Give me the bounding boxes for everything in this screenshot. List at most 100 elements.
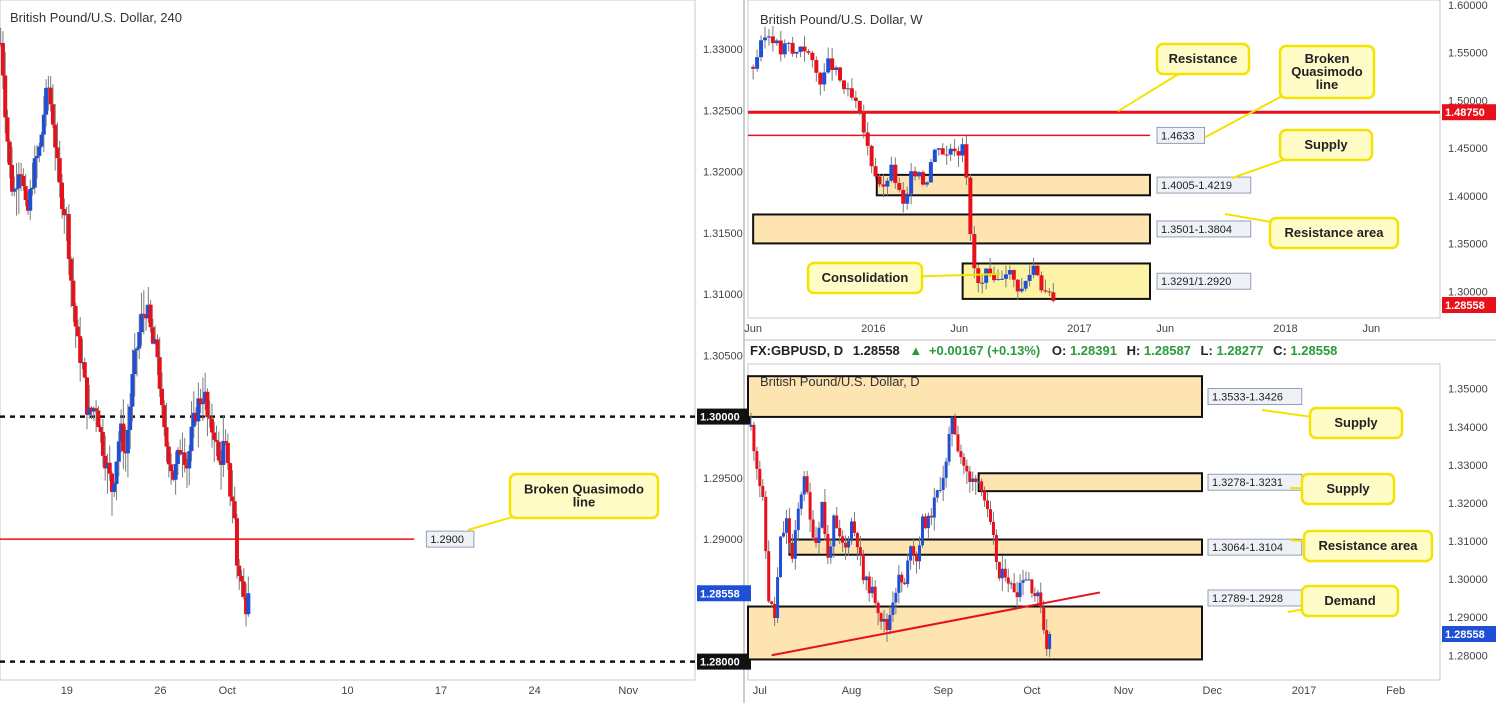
daily-candle-body [906, 560, 910, 585]
weekly-callout-resistance-text: Resistance [1169, 51, 1238, 66]
h4-candle-body [19, 174, 24, 176]
h4-candle-body [137, 332, 142, 349]
h4-candle-body [241, 581, 246, 597]
weekly-candle-body [774, 40, 779, 44]
daily-candle-body [980, 481, 984, 491]
daily-candle-body [790, 542, 794, 559]
h4-candle-body [96, 410, 101, 428]
daily-callout-resistance-area: Resistance area [1289, 529, 1434, 563]
daily-x-tick-label: Feb [1386, 685, 1405, 697]
weekly-y-tick-label: 1.45000 [1448, 143, 1488, 155]
daily-candle-body [994, 534, 998, 562]
h4-candle-body [225, 442, 230, 464]
weekly-x-tick-label: 2017 [1067, 323, 1091, 335]
weekly-candle-body [996, 279, 1001, 281]
daily-y-tick-label: 1.29000 [1448, 612, 1488, 624]
daily-close: 1.28558 [1290, 343, 1337, 358]
h4-candle-body [94, 408, 99, 411]
weekly-y-tick-label: 1.35000 [1448, 239, 1488, 251]
weekly-callout-consolidation-text: Consolidation [822, 270, 909, 285]
weekly-candle-body [766, 36, 771, 38]
h4-candle-body [55, 147, 60, 159]
daily-candle-body [1048, 634, 1052, 650]
svg-text:FX:GBPUSD, D 1.28558: FX:GBPUSD, D 1.28558 ▲ +0.00167 (+0.13%)… [750, 343, 1337, 358]
daily-x-tick-label: Dec [1203, 685, 1223, 697]
daily-candle-body [891, 602, 895, 615]
daily-candle-body [776, 577, 780, 618]
daily-callout-demand-text: Demand [1324, 593, 1375, 608]
h4-candle-body [164, 427, 169, 447]
weekly-candle-body [1043, 290, 1048, 292]
daily-candle-body [926, 515, 930, 529]
h4-candle-body [223, 440, 228, 443]
h4-candle-body [53, 124, 58, 148]
daily-candle-body [829, 546, 833, 558]
h4-candle-body [173, 463, 178, 480]
h4-candle-body [78, 336, 83, 363]
weekly-candle-body [853, 97, 858, 101]
daily-price: 1.28558 [853, 343, 900, 358]
daily-candle-body [1018, 582, 1022, 598]
weekly-candle-body [822, 72, 827, 85]
h4-level-0-tag-text: 1.30000 [700, 412, 740, 424]
daily-candle-body [965, 465, 969, 472]
weekly-candle-body [952, 148, 957, 152]
daily-candle-body [1000, 568, 1004, 579]
h4-x-tick-label: 17 [435, 685, 447, 697]
h4-candle-body [132, 350, 137, 375]
daily-candle-body [811, 519, 815, 538]
h4-candle-body [21, 175, 26, 187]
h4-candle-body [28, 189, 33, 211]
weekly-candle-body [861, 112, 866, 133]
weekly-candle-body [905, 193, 910, 204]
daily-candle-body [983, 490, 987, 501]
daily-last-price-tag-text: 1.28558 [1445, 629, 1485, 641]
weekly-candle-body [849, 88, 854, 98]
weekly-x-tick-label: Jun [744, 323, 762, 335]
weekly-candle-body [984, 268, 989, 283]
weekly-candle-body [834, 67, 839, 70]
daily-candle-body [897, 574, 901, 593]
daily-candle-body [941, 477, 945, 490]
h4-candle-body [182, 452, 187, 465]
h4-plot-area[interactable] [0, 0, 696, 681]
daily-candle-body [1033, 593, 1037, 597]
weekly-candle-body [928, 162, 933, 183]
weekly-x-tick-label: 2018 [1273, 323, 1297, 335]
daily-high-label: H: [1127, 343, 1141, 358]
h4-candle-body [35, 156, 40, 159]
h4-broken-qm-label-text: 1.2900 [430, 534, 464, 546]
weekly-candle-body [1031, 265, 1036, 275]
h4-candle-body [48, 87, 53, 105]
weekly-candle-body [917, 172, 922, 177]
weekly-candle-body [794, 51, 799, 54]
daily-candle-body [870, 586, 874, 594]
daily-zone [747, 605, 1203, 661]
daily-low-label: L: [1201, 343, 1213, 358]
h4-candle-body [66, 214, 71, 259]
h4-candle-body [189, 426, 194, 452]
daily-close-label: C: [1273, 343, 1287, 358]
daily-candle-body [953, 417, 957, 435]
h4-y-tick-label: 1.33000 [703, 44, 743, 56]
h4-y-tick-label: 1.29500 [703, 473, 743, 485]
h4-candle-body [141, 313, 146, 315]
daily-symbol-line: FX:GBPUSD, D 1.28558 ▲ +0.00167 (+0.13%)… [750, 343, 1337, 358]
weekly-candle-body [782, 43, 787, 55]
h4-candle-body [139, 313, 144, 333]
weekly-candle-body [751, 66, 756, 69]
daily-candle-body [971, 478, 975, 482]
weekly-candle-body [810, 52, 815, 61]
daily-candle-body [861, 554, 865, 581]
h4-candle-body [57, 158, 62, 183]
daily-zone [977, 472, 1204, 493]
h4-level-2-tag-text: 1.28000 [700, 657, 740, 669]
daily-x-tick-label: Oct [1023, 685, 1040, 697]
weekly-candle-body [818, 72, 823, 85]
weekly-candle-body [806, 51, 811, 53]
daily-candle-body [1015, 592, 1019, 598]
weekly-candle-body [972, 234, 977, 269]
daily-candle-body [876, 602, 880, 614]
daily-candle-body [787, 518, 791, 543]
h4-candle-body [10, 164, 15, 192]
